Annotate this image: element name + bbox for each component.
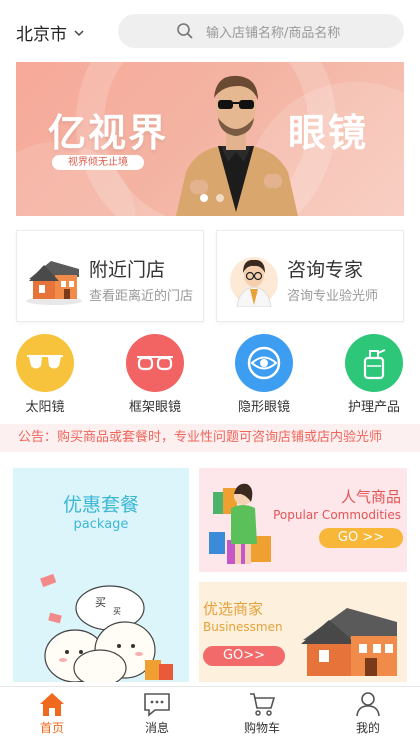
- sunglasses-icon: [16, 334, 74, 392]
- category-contact-lenses[interactable]: 隐形眼镜: [229, 334, 299, 415]
- category-label: 太阳镜: [25, 400, 65, 415]
- tab-profile[interactable]: 我的: [333, 691, 403, 736]
- search-input[interactable]: 输入店铺名称/商品名称: [118, 14, 404, 48]
- category-frame-glasses[interactable]: 框架眼镜: [120, 334, 190, 415]
- store-house-illustration: [301, 608, 397, 676]
- banner-title-right: 眼镜: [288, 111, 369, 155]
- consult-expert-card[interactable]: 咨询专家 咨询专业验光师: [216, 230, 404, 322]
- promo-title: 人气商品: [340, 488, 401, 506]
- chevron-down-icon: [74, 29, 84, 36]
- tab-home[interactable]: 首页: [17, 691, 87, 736]
- care-bottle-icon: [345, 334, 403, 392]
- model-with-glasses-image: [176, 75, 298, 216]
- merchant-go-button[interactable]: GO>>: [203, 646, 285, 666]
- promo-banner[interactable]: 亿视界 视界倾无止境 眼镜: [16, 62, 404, 216]
- house-icon: [26, 261, 82, 305]
- carousel-dot[interactable]: [216, 194, 224, 202]
- shopping-girl-illustration: [209, 483, 271, 564]
- bottom-tab-bar: 首页 消息 购物车 我的: [0, 686, 420, 740]
- tab-label: 购物车: [243, 721, 280, 735]
- banner-title-left: 亿视界: [48, 111, 169, 155]
- svg-text:买: 买: [113, 607, 121, 616]
- tab-label: 我的: [355, 721, 380, 735]
- tab-messages[interactable]: 消息: [122, 691, 192, 736]
- promo-subtitle: package: [73, 517, 129, 532]
- category-sunglasses[interactable]: 太阳镜: [10, 334, 80, 415]
- tab-label: 首页: [39, 721, 64, 735]
- city-selector[interactable]: 北京市: [16, 20, 85, 45]
- carousel-indicator: [200, 194, 232, 202]
- shopping-buns-illustration: 买 买: [40, 573, 173, 682]
- message-icon: [144, 693, 170, 717]
- optometrist-avatar-icon: [230, 257, 278, 307]
- preferred-merchants-card[interactable]: 优选商家 Businessmen GO>>: [199, 582, 407, 682]
- carousel-dot[interactable]: [200, 194, 208, 202]
- tab-label: 消息: [144, 721, 169, 735]
- feature-subtitle: 查看距离近的门店: [89, 289, 194, 304]
- promo-subtitle: Popular Commodities: [273, 508, 401, 522]
- contact-lens-icon: [235, 334, 293, 392]
- category-label: 框架眼镜: [128, 400, 181, 415]
- category-label: 护理产品: [347, 400, 400, 415]
- feature-title: 附近门店: [89, 259, 166, 281]
- top-bar: 北京市 输入店铺名称/商品名称: [0, 0, 420, 60]
- category-label: 隐形眼镜: [237, 400, 290, 415]
- feature-title: 咨询专家: [287, 259, 364, 281]
- package-promo-card[interactable]: 优惠套餐 package 买 买: [13, 468, 189, 682]
- svg-text:买: 买: [95, 596, 106, 609]
- glasses-frame-icon: [126, 334, 184, 392]
- promo-subtitle: Businessmen: [203, 620, 283, 634]
- promo-title: 优选商家: [203, 600, 264, 618]
- popular-commodities-card[interactable]: 人气商品 Popular Commodities GO >>: [199, 468, 407, 572]
- popular-go-button[interactable]: GO >>: [319, 528, 403, 548]
- home-icon: [40, 693, 64, 716]
- promo-title: 优惠套餐: [62, 494, 139, 516]
- city-label: 北京市: [16, 25, 67, 45]
- banner-tagline: 视界倾无止境: [52, 155, 144, 170]
- user-icon: [356, 692, 380, 717]
- cart-icon: [250, 693, 276, 716]
- search-icon: [177, 23, 193, 39]
- announcement-bar[interactable]: 公告：购买商品或套餐时，专业性问题可咨询店铺或店内验光师: [0, 424, 420, 452]
- search-placeholder: 输入店铺名称/商品名称: [206, 25, 341, 41]
- nearby-stores-card[interactable]: 附近门店 查看距离近的门店: [16, 230, 204, 322]
- feature-subtitle: 咨询专业验光师: [287, 289, 379, 304]
- tab-cart[interactable]: 购物车: [227, 691, 297, 736]
- category-care-products[interactable]: 护理产品: [339, 334, 409, 415]
